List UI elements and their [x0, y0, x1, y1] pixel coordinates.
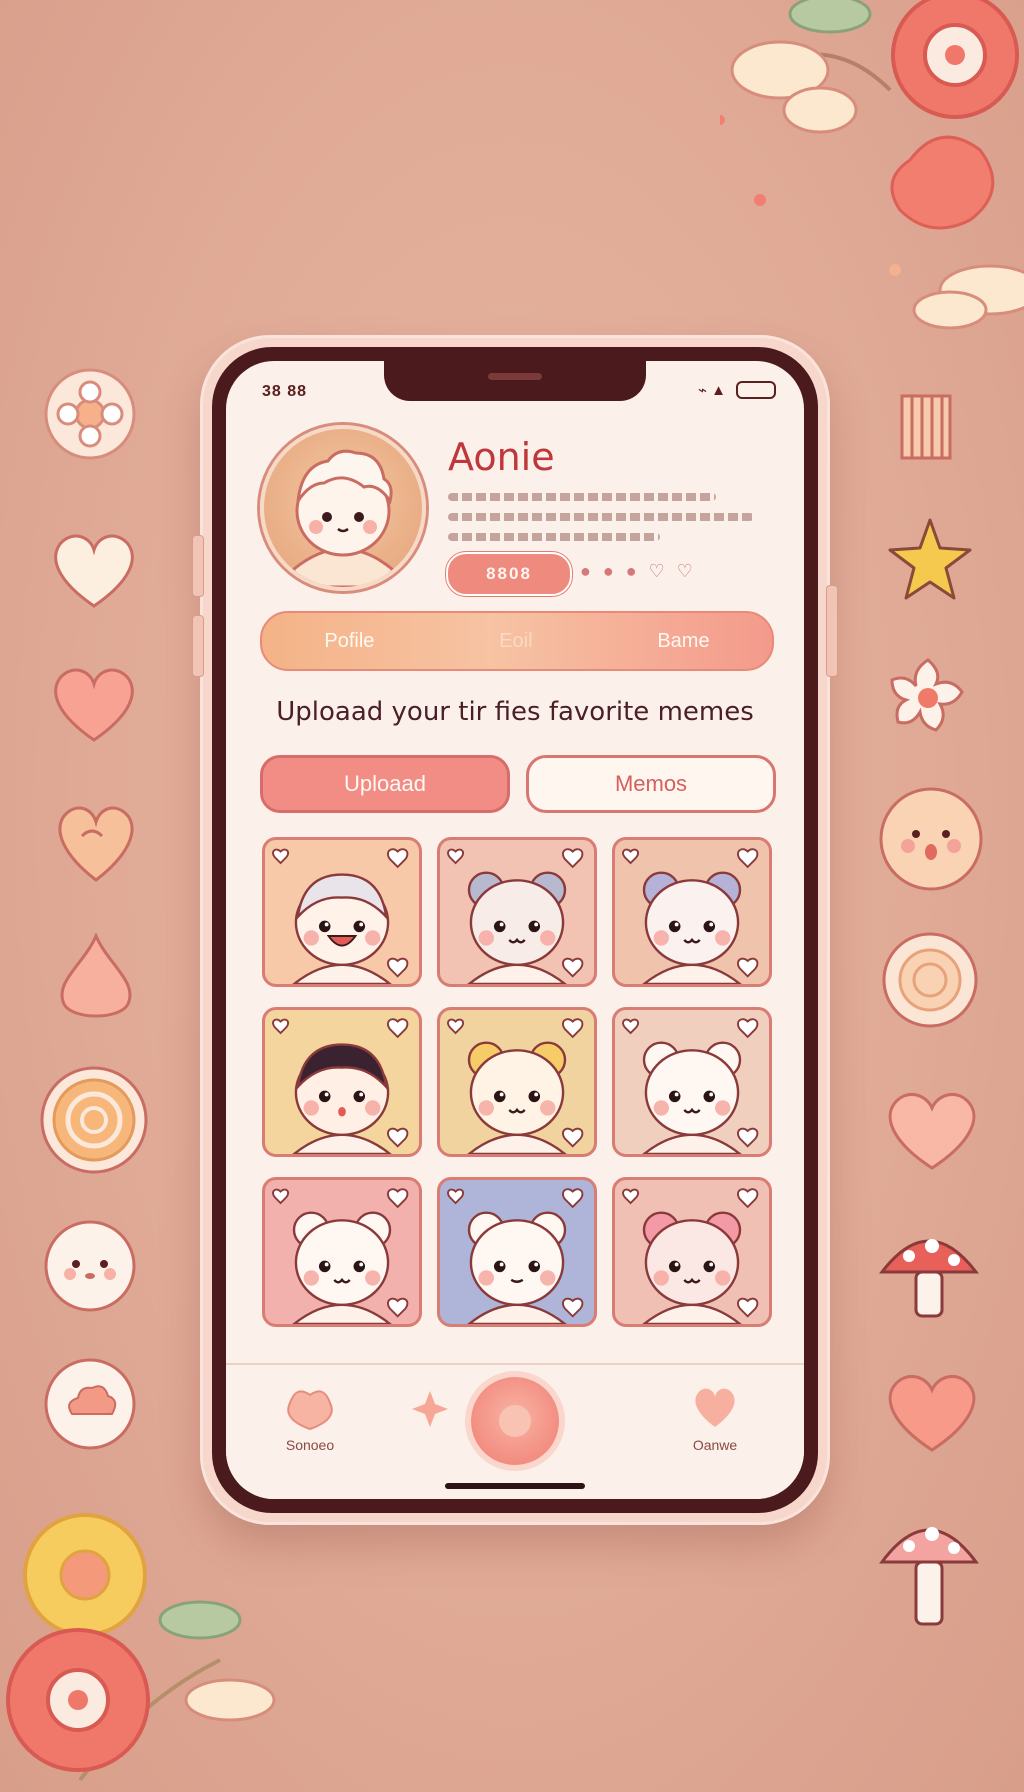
dot-icon[interactable]: ● — [580, 561, 591, 582]
dot-icon[interactable]: ● — [626, 561, 637, 582]
volume-button — [192, 535, 204, 597]
heart-peach-icon — [48, 790, 144, 886]
meme-tile[interactable] — [437, 1177, 597, 1327]
upload-button[interactable]: Uploaad — [260, 755, 510, 813]
heart-cream-icon — [46, 520, 142, 616]
nav-label: Oanwe — [692, 1437, 738, 1453]
meme-character-icon — [272, 1188, 409, 1324]
bio-line — [448, 533, 660, 541]
coin-badge-icon — [882, 932, 978, 1028]
barcode-tag-icon — [884, 384, 968, 468]
nav-item-heart[interactable]: Oanwe — [690, 1383, 740, 1453]
tab-edit[interactable]: Eoil — [499, 630, 532, 653]
top-right-flowers-decoration — [720, 0, 1024, 330]
avatar-character-icon — [292, 449, 394, 587]
follow-button[interactable]: 8808 — [446, 552, 572, 596]
meme-character-icon — [272, 1018, 409, 1154]
avatar[interactable] — [260, 425, 426, 591]
bio-line — [448, 513, 754, 521]
phone-bezel: 38 88 ⌁ ▲ Aonie 8808 ● ● ● ♡ ♡ Pofile Eo… — [212, 347, 818, 1513]
signal-icon: ⌁ ▲ — [697, 382, 726, 399]
cloud-badge-icon — [42, 1356, 138, 1452]
sparkle-icon — [412, 1391, 448, 1427]
bottom-left-flowers-decoration — [6, 1513, 276, 1782]
meme-tile[interactable] — [437, 1007, 597, 1157]
meme-character-icon — [447, 848, 584, 984]
meme-grid — [262, 837, 772, 1327]
meme-character-icon — [447, 1018, 584, 1154]
bun-face-icon — [42, 1218, 138, 1314]
mushroom-icon — [874, 1216, 984, 1326]
mushroom-pink-icon — [874, 1502, 984, 1632]
heart-coral-icon — [880, 1358, 984, 1462]
surprised-face-icon — [878, 786, 984, 892]
meme-character-icon — [272, 848, 409, 984]
paw-icon — [287, 1390, 333, 1431]
tab-profile[interactable]: Pofile — [324, 630, 374, 653]
heart-icon — [695, 1388, 735, 1427]
bottom-nav: Sonoeo Oanwe — [226, 1363, 804, 1499]
phone-screen: 38 88 ⌁ ▲ Aonie 8808 ● ● ● ♡ ♡ Pofile Eo… — [226, 361, 804, 1499]
home-indicator — [445, 1483, 585, 1489]
heart-outline-icon[interactable]: ♡ — [677, 561, 693, 582]
meme-character-icon — [622, 1018, 759, 1154]
bio-line — [448, 493, 716, 501]
spiral-badge-icon — [38, 1064, 150, 1176]
center-action-button[interactable] — [471, 1377, 559, 1465]
meme-tile[interactable] — [262, 1007, 422, 1157]
meme-tile[interactable] — [612, 1007, 772, 1157]
profile-mini-icons: ● ● ● ♡ ♡ — [580, 561, 693, 582]
status-time: 38 88 — [262, 383, 308, 400]
meme-tile[interactable] — [437, 837, 597, 987]
heart-large-icon — [880, 1076, 984, 1180]
fab-icon — [499, 1405, 531, 1437]
notch — [384, 361, 646, 401]
meme-tile[interactable] — [612, 837, 772, 987]
flower-white-icon — [880, 650, 976, 746]
profile-tabs: Pofile Eoil Bame — [260, 611, 774, 671]
nav-label: Sonoeo — [285, 1437, 335, 1453]
nav-item-paw[interactable]: Sonoeo — [282, 1383, 338, 1453]
status-icons: ⌁ ▲ — [698, 381, 776, 399]
power-button — [826, 585, 838, 677]
meme-character-icon — [622, 848, 759, 984]
phone-frame: 38 88 ⌁ ▲ Aonie 8808 ● ● ● ♡ ♡ Pofile Eo… — [192, 335, 838, 1525]
flower-badge-icon — [42, 366, 138, 462]
dot-icon[interactable]: ● — [603, 561, 614, 582]
memos-button[interactable]: Memos — [526, 755, 776, 813]
heart-outline-icon[interactable]: ♡ — [649, 561, 665, 582]
meme-character-icon — [622, 1188, 759, 1324]
battery-icon — [736, 381, 776, 399]
meme-tile[interactable] — [612, 1177, 772, 1327]
tab-game[interactable]: Bame — [657, 630, 709, 653]
nav-item-sparkle[interactable] — [408, 1387, 452, 1431]
meme-tile[interactable] — [262, 837, 422, 987]
profile-name: Aonie — [448, 435, 555, 479]
drop-icon — [48, 928, 144, 1024]
meme-tile[interactable] — [262, 1177, 422, 1327]
volume-button — [192, 615, 204, 677]
star-icon — [882, 512, 978, 608]
upload-headline: Uploaad your tir fies favorite memes — [276, 697, 754, 727]
heart-pink-icon — [46, 654, 142, 750]
meme-character-icon — [447, 1188, 584, 1324]
